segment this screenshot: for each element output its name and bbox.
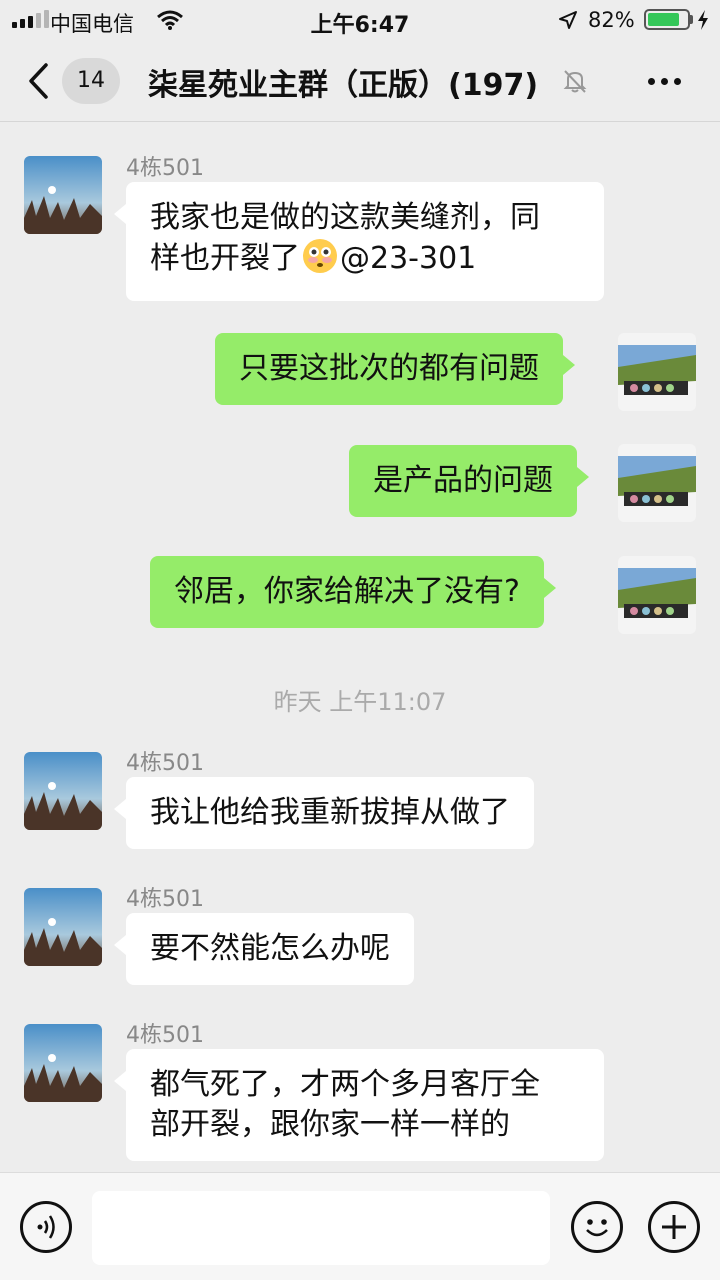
avatar[interactable] — [24, 752, 102, 830]
sender-name: 4栋501 — [126, 156, 204, 181]
message-text: 我让他给我重新拔掉从做了 — [150, 795, 510, 830]
mention-text: @23-301 — [340, 241, 477, 276]
message-text: 邻居，你家给解决了没有? — [174, 574, 520, 609]
chat-header: 14 柒星苑业主群（正版）(197) — [0, 40, 720, 122]
my-avatar[interactable] — [618, 444, 696, 522]
sender-name: 4栋501 — [126, 887, 204, 912]
message-bubble[interactable]: 我家也是做的这款美缝剂，同 样也开裂了 @23-301 — [114, 182, 604, 301]
ellipsis-icon[interactable] — [648, 78, 681, 85]
battery-tip — [690, 15, 693, 24]
message-text: 只要这批次的都有问题 — [239, 351, 539, 386]
sender-name: 4栋501 — [126, 751, 204, 776]
message-text: 部开裂，跟你家一样一样的 — [150, 1107, 510, 1142]
location-arrow-icon — [558, 10, 578, 34]
message-text-line2: 样也开裂了 @23-301 — [150, 238, 580, 285]
chevron-left-icon[interactable] — [26, 62, 52, 104]
avatar[interactable] — [24, 156, 102, 234]
message-bubble[interactable]: 邻居，你家给解决了没有? — [150, 556, 556, 628]
message-bubble[interactable]: 我让他给我重新拔掉从做了 — [114, 777, 534, 849]
message-bubble[interactable]: 是产品的问题 — [349, 445, 589, 517]
message-bubble[interactable]: 只要这批次的都有问题 — [215, 333, 575, 405]
message-text: 是产品的问题 — [373, 463, 553, 498]
plus-icon[interactable] — [648, 1201, 700, 1253]
bell-slash-icon — [562, 68, 588, 98]
message-text: 要不然能怎么办呢 — [150, 931, 390, 966]
my-avatar[interactable] — [618, 333, 696, 411]
message-text: 都气死了，才两个多月客厅全 — [150, 1067, 540, 1102]
message-text: 我家也是做的这款美缝剂，同 — [150, 200, 540, 235]
my-avatar[interactable] — [618, 556, 696, 634]
sender-name: 4栋501 — [126, 1023, 204, 1048]
charging-bolt-icon — [696, 9, 710, 35]
chat-input-bar — [0, 1172, 720, 1280]
message-text: 样也开裂了 — [150, 241, 300, 276]
avatar[interactable] — [24, 1024, 102, 1102]
chat-timestamp: 昨天 上午11:07 — [273, 688, 447, 716]
battery-icon — [644, 9, 690, 30]
message-input[interactable] — [92, 1191, 550, 1265]
battery-percent: 82% — [588, 8, 635, 32]
message-bubble[interactable]: 都气死了，才两个多月客厅全 部开裂，跟你家一样一样的 — [114, 1049, 604, 1161]
chat-title[interactable]: 柒星苑业主群（正版）(197) — [148, 60, 538, 104]
message-bubble[interactable]: 要不然能怎么办呢 — [114, 913, 414, 985]
smiley-icon[interactable] — [571, 1201, 623, 1253]
flushed-face-icon — [302, 238, 338, 285]
unread-count-badge[interactable]: 14 — [62, 58, 120, 104]
status-bar: 中国电信 上午6:47 82% — [0, 0, 720, 40]
voice-icon[interactable] — [20, 1201, 72, 1253]
avatar[interactable] — [24, 888, 102, 966]
